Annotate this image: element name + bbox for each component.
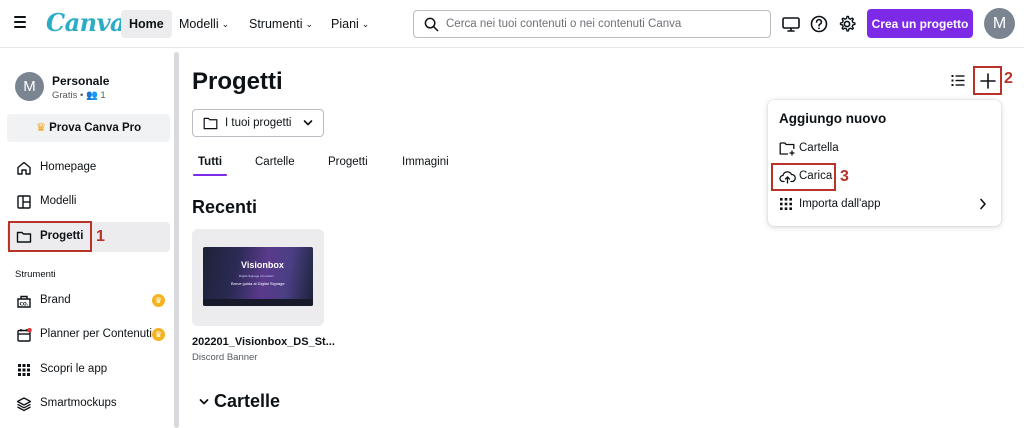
menu-item-importa[interactable]: Importa dall'app bbox=[772, 192, 997, 218]
crown-badge-icon: ♛ bbox=[152, 328, 165, 341]
section-label-strumenti: Strumenti bbox=[15, 269, 56, 280]
menu-item-cartella[interactable]: Cartella bbox=[772, 136, 997, 162]
tab-immagini[interactable]: Immagini bbox=[402, 156, 449, 168]
gear-icon[interactable] bbox=[836, 13, 858, 35]
folder-icon bbox=[203, 117, 218, 130]
sidebar-item-apps[interactable]: Scopri le app bbox=[7, 355, 170, 385]
design-type: Discord Banner bbox=[192, 352, 258, 363]
chevron-down-icon: ⌄ bbox=[221, 19, 230, 29]
brand-icon: CO. bbox=[17, 295, 31, 308]
design-thumbnail: Visionbox Digital Signage Innovation Bre… bbox=[203, 247, 313, 306]
annotation-box-3 bbox=[771, 163, 836, 191]
templates-icon bbox=[17, 195, 31, 209]
search-icon bbox=[424, 17, 439, 32]
recent-section-title: Recenti bbox=[192, 197, 258, 217]
tab-progetti[interactable]: Progetti bbox=[328, 156, 368, 168]
nav-modelli[interactable]: Modelli ⌄ bbox=[171, 10, 237, 38]
sidebar-scrollbar[interactable] bbox=[174, 52, 179, 428]
folder-plus-icon bbox=[779, 142, 795, 156]
apps-icon bbox=[18, 364, 30, 376]
chevron-down-icon: ⌄ bbox=[361, 19, 370, 29]
sidebar-item-smartmockups[interactable]: Smartmockups bbox=[7, 389, 170, 419]
home-icon bbox=[17, 161, 31, 175]
sidebar-item-planner[interactable]: Planner per Contenuti ♛ bbox=[7, 320, 170, 350]
canva-logo[interactable]: Canva bbox=[46, 8, 126, 37]
sidebar-item-modelli[interactable]: Modelli bbox=[7, 187, 170, 217]
try-pro-button[interactable]: ♛ Prova Canva Pro bbox=[7, 114, 170, 142]
search-input[interactable] bbox=[446, 15, 764, 33]
calendar-icon bbox=[17, 327, 32, 342]
desktop-icon[interactable] bbox=[780, 13, 802, 35]
account-avatar[interactable]: M bbox=[15, 72, 44, 101]
account-plan: Gratis • 👥 1 bbox=[52, 90, 106, 101]
annotation-number-1: 1 bbox=[96, 228, 105, 245]
crown-badge-icon: ♛ bbox=[152, 294, 165, 307]
page-title: Progetti bbox=[192, 68, 283, 95]
menu-title: Aggiungo nuovo bbox=[779, 111, 887, 126]
nav-strumenti[interactable]: Strumenti ⌄ bbox=[241, 10, 321, 38]
user-avatar[interactable]: M bbox=[984, 8, 1015, 39]
nav-piani[interactable]: Piani ⌄ bbox=[323, 10, 377, 38]
tab-tutti[interactable]: Tutti bbox=[198, 156, 222, 168]
design-title[interactable]: 202201_Visionbox_DS_St... bbox=[192, 336, 335, 348]
folders-section-title[interactable]: Cartelle bbox=[214, 391, 280, 412]
crown-icon: ♛ bbox=[35, 122, 47, 134]
sidebar-item-homepage[interactable]: Homepage bbox=[7, 153, 170, 183]
recent-design-card[interactable]: Visionbox Digital Signage Innovation Bre… bbox=[192, 229, 324, 326]
list-view-icon[interactable] bbox=[951, 74, 965, 87]
account-name[interactable]: Personale bbox=[52, 74, 109, 88]
annotation-number-3: 3 bbox=[840, 168, 849, 185]
projects-filter-dropdown[interactable]: I tuoi progetti bbox=[192, 109, 324, 137]
search-box[interactable] bbox=[413, 10, 771, 38]
chevron-down-icon bbox=[303, 120, 313, 126]
annotation-box-1 bbox=[8, 221, 92, 252]
chevron-down-icon: ⌄ bbox=[305, 19, 314, 29]
sidebar-item-brand[interactable]: CO. Brand ♛ bbox=[7, 286, 170, 316]
create-project-button[interactable]: Crea un progetto bbox=[867, 9, 973, 38]
help-icon[interactable] bbox=[808, 13, 830, 35]
annotation-number-2: 2 bbox=[1004, 70, 1013, 87]
active-tab-indicator bbox=[193, 174, 227, 176]
top-bar: Canva Home Modelli⌄ Strumenti⌄ Piani⌄ Cr… bbox=[0, 0, 1024, 48]
chevron-right-icon bbox=[980, 198, 986, 210]
nav-home[interactable]: Home bbox=[121, 10, 172, 38]
tab-cartelle[interactable]: Cartelle bbox=[255, 156, 295, 168]
menu-icon[interactable] bbox=[14, 16, 26, 30]
svg-text:CO.: CO. bbox=[20, 301, 29, 307]
chevron-down-icon[interactable] bbox=[199, 398, 209, 406]
layers-icon bbox=[16, 397, 32, 412]
apps-grid-icon bbox=[780, 198, 792, 210]
annotation-box-2 bbox=[973, 66, 1002, 95]
